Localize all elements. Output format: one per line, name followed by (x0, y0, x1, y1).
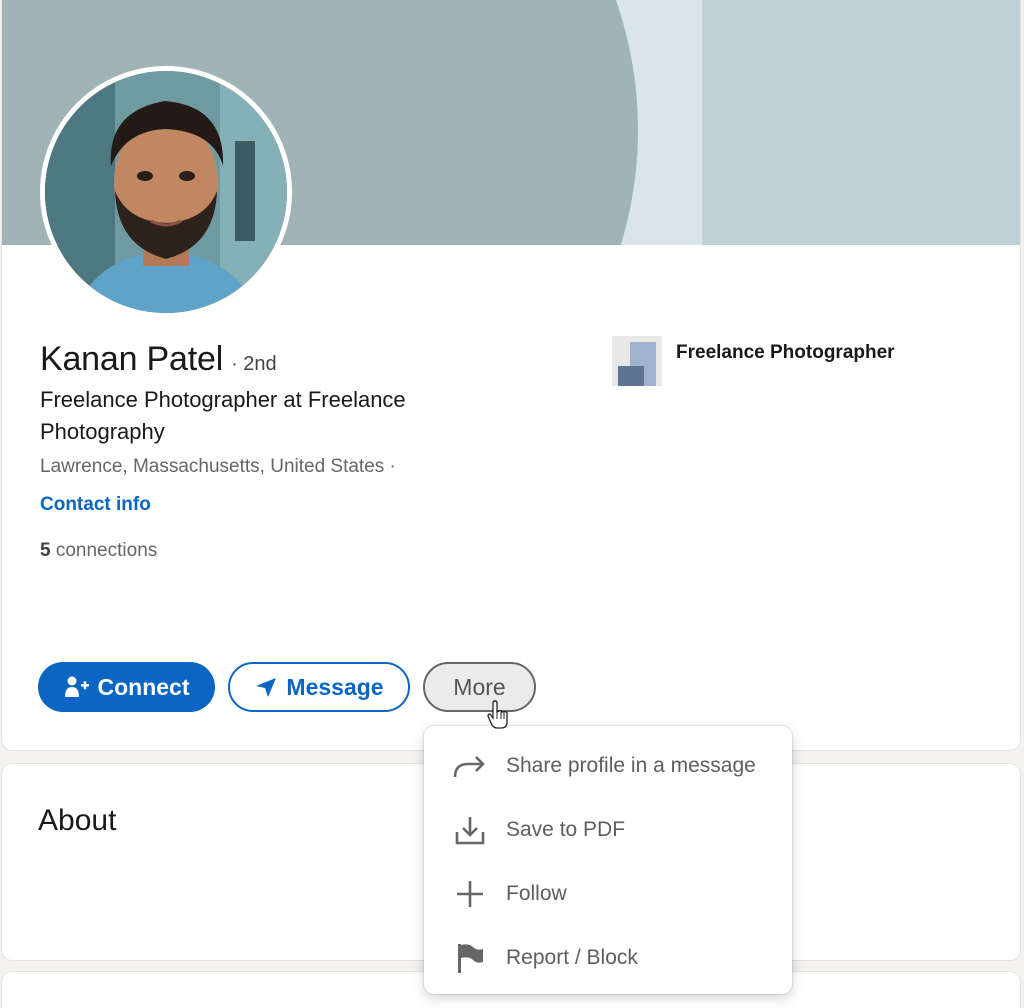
menu-item-label: Follow (506, 882, 567, 905)
message-label: Message (286, 673, 384, 700)
plus-icon (450, 879, 490, 909)
more-button[interactable]: More (423, 662, 536, 712)
send-icon (254, 675, 278, 699)
company-logo-icon (612, 336, 662, 386)
more-menu: Share profile in a message Save to PDF F… (424, 726, 792, 994)
message-button[interactable]: Message (228, 662, 410, 712)
profile-page: Kanan Patel · 2nd Freelance Photographer… (0, 0, 1024, 1008)
menu-item-report-block[interactable]: Report / Block (424, 926, 792, 990)
profile-name: Kanan Patel (40, 340, 224, 378)
name-row: Kanan Patel · 2nd (40, 340, 277, 379)
menu-item-save-pdf[interactable]: Save to PDF (424, 798, 792, 862)
menu-item-label: Share profile in a message (506, 754, 756, 777)
contact-info-link[interactable]: Contact info (40, 494, 151, 516)
banner-shape-right (702, 0, 1020, 245)
menu-item-share-profile[interactable]: Share profile in a message (424, 734, 792, 798)
avatar[interactable] (40, 66, 292, 318)
current-company[interactable]: Freelance Photographer (612, 336, 895, 386)
menu-item-label: Save to PDF (506, 818, 626, 841)
connections-count[interactable]: 5 connections (40, 540, 157, 562)
company-name: Freelance Photographer (676, 342, 895, 363)
share-arrow-icon (450, 752, 490, 780)
add-person-icon (64, 675, 90, 699)
flag-icon (450, 942, 490, 974)
about-title: About (38, 804, 117, 837)
connect-label: Connect (97, 673, 190, 700)
connections-number: 5 (40, 540, 51, 561)
download-icon (450, 814, 490, 846)
profile-location: Lawrence, Massachusetts, United States · (40, 456, 396, 477)
hand-pointer-cursor-icon (486, 700, 510, 735)
menu-item-label: Report / Block (506, 946, 638, 969)
connect-button[interactable]: Connect (38, 662, 215, 712)
connections-label: connections (55, 540, 158, 561)
menu-item-follow[interactable]: Follow (424, 862, 792, 926)
connection-degree: · 2nd (231, 353, 277, 375)
profile-card: Kanan Patel · 2nd Freelance Photographer… (2, 0, 1020, 750)
more-label: More (453, 673, 506, 700)
profile-headline: Freelance Photographer at Freelance Phot… (40, 387, 406, 444)
